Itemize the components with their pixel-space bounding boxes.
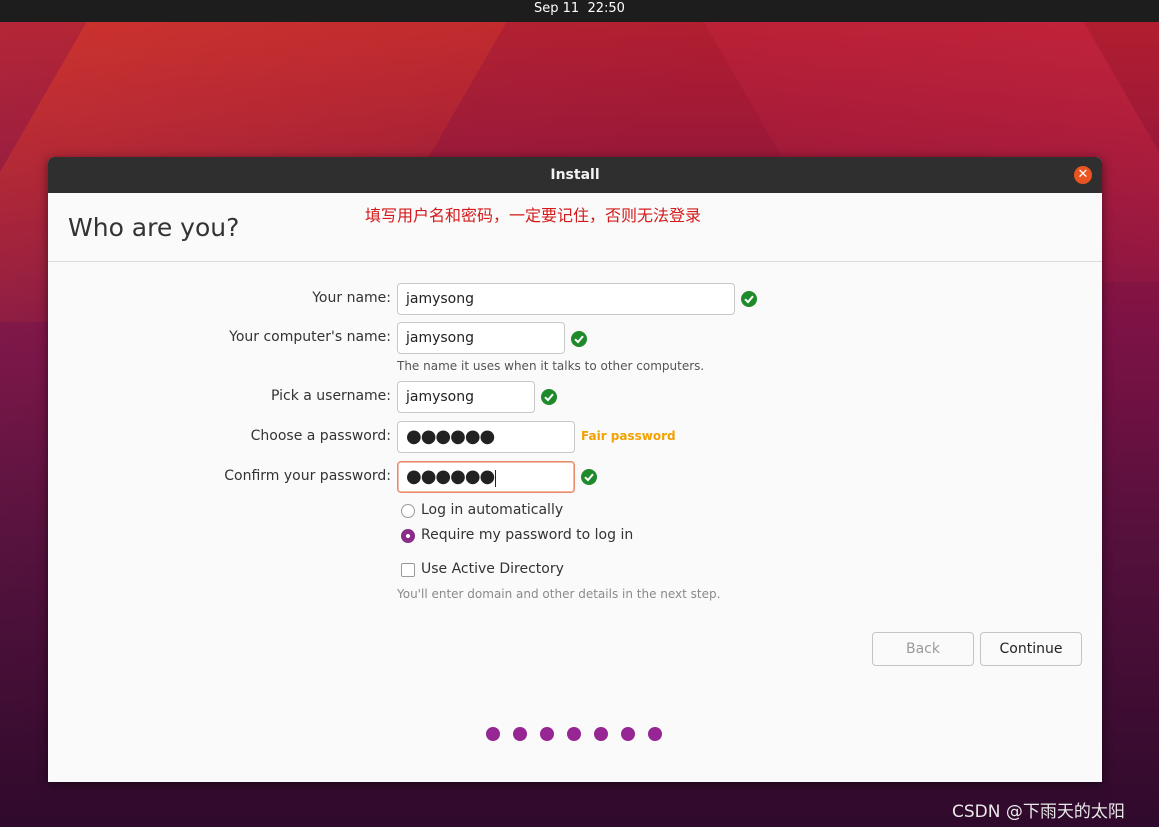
require-password-label[interactable]: Require my password to log in (421, 527, 633, 543)
progress-dot (567, 727, 581, 741)
installer-window: Install ✕ Who are you? 填写用户名和密码，一定要记住，否则… (48, 157, 1102, 782)
check-icon (581, 469, 597, 485)
login-auto-radio[interactable] (401, 504, 415, 518)
clock-date: Sep 11 (534, 1, 580, 16)
close-button[interactable]: ✕ (1074, 166, 1092, 184)
computer-name-value: jamysong (406, 330, 475, 346)
active-directory-hint: You'll enter domain and other details in… (397, 587, 721, 601)
your-name-input[interactable]: jamysong (397, 283, 735, 315)
password-input[interactable]: ●●●●●● (397, 421, 575, 453)
window-title: Install (550, 167, 600, 183)
username-value: jamysong (406, 389, 475, 405)
clock-time: 22:50 (587, 1, 625, 16)
your-name-value: jamysong (406, 291, 475, 307)
top-bar: Sep 11 22:50 (0, 0, 1159, 22)
login-auto-label[interactable]: Log in automatically (421, 502, 563, 518)
password-strength: Fair password (581, 429, 676, 443)
progress-dot (594, 727, 608, 741)
check-icon (541, 389, 557, 405)
username-input[interactable]: jamysong (397, 381, 535, 413)
computer-name-input[interactable]: jamysong (397, 322, 565, 354)
your-name-label: Your name: (312, 290, 391, 306)
confirm-password-input[interactable]: ●●●●●● (397, 461, 575, 493)
active-directory-checkbox[interactable] (401, 563, 415, 577)
password-value: ●●●●●● (406, 426, 495, 447)
progress-dots (486, 726, 675, 741)
page-title: Who are you? (68, 213, 240, 242)
page-header: Who are you? 填写用户名和密码，一定要记住，否则无法登录 (48, 193, 1102, 262)
progress-dot (540, 727, 554, 741)
username-label: Pick a username: (270, 388, 391, 404)
password-label: Choose a password: (250, 428, 391, 444)
computer-name-hint: The name it uses when it talks to other … (397, 359, 705, 373)
close-icon: ✕ (1077, 167, 1089, 182)
check-icon (741, 291, 757, 307)
clock[interactable]: Sep 11 22:50 (534, 0, 625, 17)
confirm-password-value: ●●●●●● (406, 466, 495, 487)
back-button[interactable]: Back (872, 632, 974, 666)
progress-dot (486, 727, 500, 741)
confirm-password-label: Confirm your password: (224, 468, 391, 484)
check-icon (571, 331, 587, 347)
text-cursor (495, 469, 497, 487)
window-titlebar[interactable]: Install ✕ (48, 157, 1102, 193)
progress-dot (648, 727, 662, 741)
progress-dot (513, 727, 527, 741)
require-password-radio[interactable] (401, 529, 415, 543)
continue-button[interactable]: Continue (980, 632, 1082, 666)
progress-dot (621, 727, 635, 741)
annotation-text: 填写用户名和密码，一定要记住，否则无法登录 (365, 206, 702, 225)
watermark: CSDN @下雨天的太阳 (952, 802, 1125, 822)
active-directory-label[interactable]: Use Active Directory (421, 561, 564, 577)
computer-name-label: Your computer's name: (229, 329, 391, 345)
